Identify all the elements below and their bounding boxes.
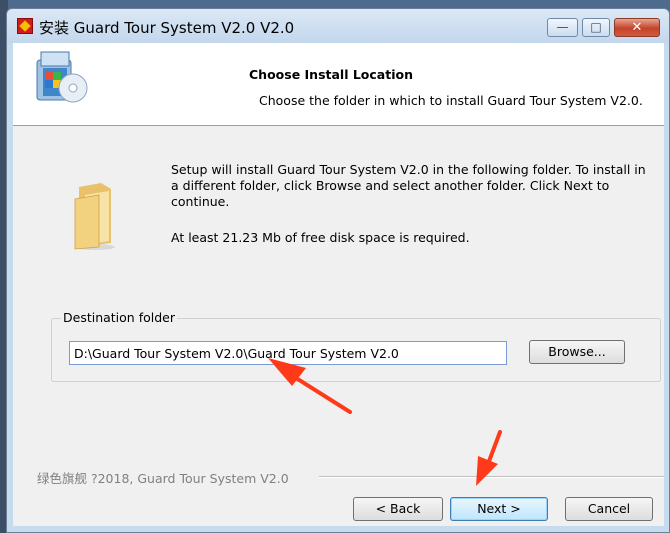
folder-icon bbox=[74, 183, 115, 250]
header-panel: Choose Install Location Choose the folde… bbox=[13, 43, 664, 126]
cancel-button[interactable]: Cancel bbox=[565, 497, 653, 521]
page-subtitle: Choose the folder in which to install Gu… bbox=[259, 93, 643, 108]
close-button[interactable]: ✕ bbox=[614, 18, 660, 37]
content-panel: Setup will install Guard Tour System V2.… bbox=[13, 126, 664, 526]
install-description: Setup will install Guard Tour System V2.… bbox=[171, 162, 646, 209]
maximize-icon: □ bbox=[590, 20, 602, 34]
installer-window: 安装 Guard Tour System V2.0 V2.0 — □ ✕ Cho… bbox=[6, 8, 670, 533]
disk-space-note: At least 21.23 Mb of free disk space is … bbox=[171, 230, 470, 245]
destination-label: Destination folder bbox=[61, 310, 177, 325]
annotation-arrow-icon bbox=[268, 358, 352, 414]
maximize-button[interactable]: □ bbox=[582, 18, 610, 37]
branding-text: 绿色旗舰 ?2018, Guard Tour System V2.0 bbox=[37, 471, 289, 486]
app-icon bbox=[17, 18, 33, 34]
title-bar[interactable]: 安装 Guard Tour System V2.0 V2.0 — □ ✕ bbox=[7, 9, 669, 43]
window-title: 安装 Guard Tour System V2.0 V2.0 bbox=[39, 19, 295, 37]
installer-disc-icon bbox=[36, 51, 88, 103]
close-icon: ✕ bbox=[631, 20, 643, 35]
page-title: Choose Install Location bbox=[249, 67, 413, 82]
minimize-button[interactable]: — bbox=[547, 18, 578, 37]
annotation-arrow-icon bbox=[476, 430, 502, 486]
next-button[interactable]: Next > bbox=[450, 497, 548, 521]
back-button[interactable]: < Back bbox=[353, 497, 443, 521]
browse-button[interactable]: Browse... bbox=[529, 340, 625, 364]
minimize-icon: — bbox=[556, 20, 569, 34]
